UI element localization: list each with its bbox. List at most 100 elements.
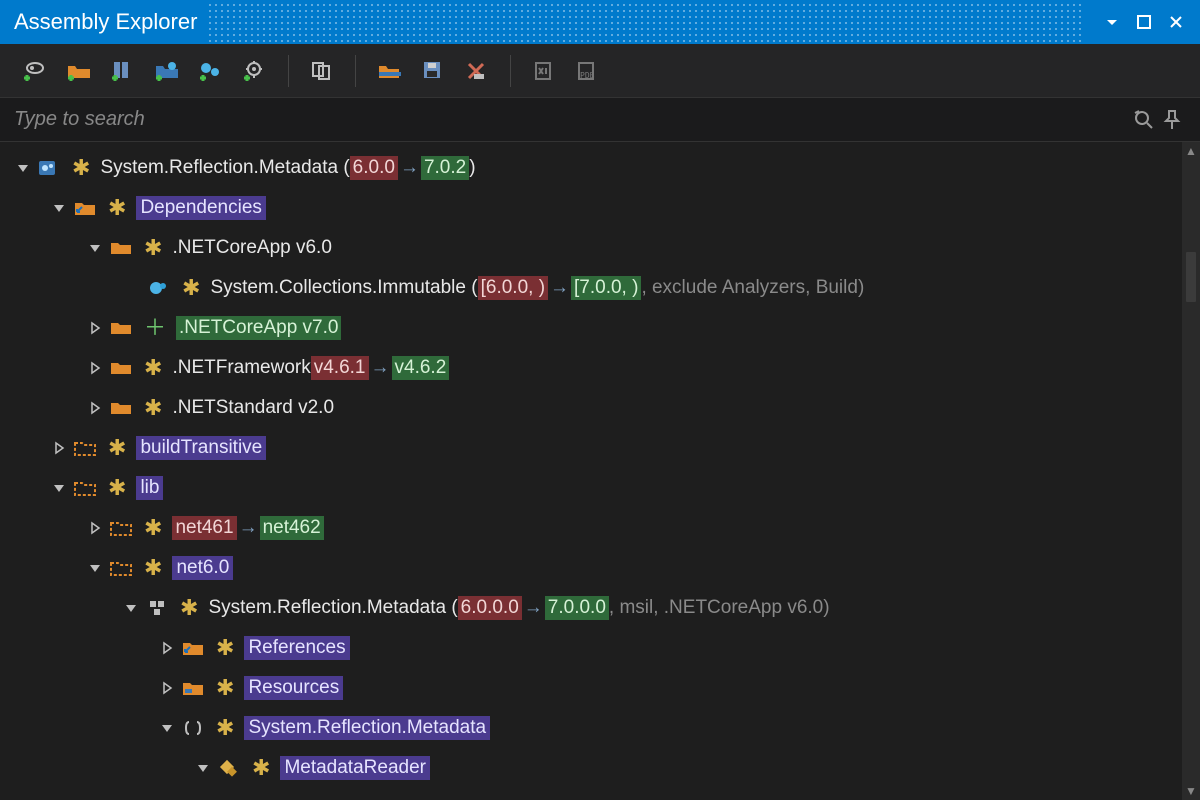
dependency-suffix: , exclude Analyzers, Build) bbox=[641, 277, 864, 299]
folder-shortcut-icon bbox=[72, 199, 98, 217]
window-close-button[interactable] bbox=[1164, 10, 1188, 34]
version-to: v4.6.2 bbox=[392, 356, 450, 380]
caret-right-icon[interactable] bbox=[50, 439, 68, 457]
toolbar-separator bbox=[355, 55, 356, 87]
scrollbar[interactable]: ▲ ▼ bbox=[1182, 142, 1200, 800]
view-pdb-button[interactable]: PDB bbox=[571, 54, 605, 88]
scrollbar-marks bbox=[1186, 252, 1196, 302]
caret-down-icon[interactable] bbox=[50, 199, 68, 217]
node-label: .NETCoreApp v6.0 bbox=[172, 237, 331, 259]
tree-row-framework[interactable]: ✱ .NETStandard v2.0 bbox=[0, 388, 1200, 428]
title-grip[interactable] bbox=[207, 0, 1082, 44]
tree-view[interactable]: ✱ System.Reflection.Metadata ( 6.0.0 → 7… bbox=[0, 142, 1200, 800]
folder-dashed-icon bbox=[108, 519, 134, 537]
scroll-up-icon[interactable]: ▲ bbox=[1182, 142, 1200, 160]
add-reference-button[interactable] bbox=[194, 54, 228, 88]
window-title: Assembly Explorer bbox=[14, 9, 197, 35]
title-bar: Assembly Explorer bbox=[0, 0, 1200, 44]
view-il-button[interactable] bbox=[527, 54, 561, 88]
tree-row-resources[interactable]: ✱ Resources bbox=[0, 668, 1200, 708]
window-menu-button[interactable] bbox=[1100, 10, 1124, 34]
status-changed-icon: ✱ bbox=[252, 757, 270, 779]
folder-icon bbox=[108, 320, 134, 336]
class-icon bbox=[216, 759, 242, 777]
status-changed-icon: ✱ bbox=[144, 517, 162, 539]
tree-row-dependency[interactable]: ✱ System.Collections.Immutable ( [6.0.0,… bbox=[0, 268, 1200, 308]
status-changed-icon: ✱ bbox=[144, 237, 162, 259]
status-changed-icon: ✱ bbox=[180, 597, 198, 619]
node-label: MetadataReader bbox=[280, 756, 430, 780]
tree-row-framework[interactable]: ✱ .NETCoreApp v6.0 bbox=[0, 228, 1200, 268]
tree-row-lib[interactable]: ✱ lib bbox=[0, 468, 1200, 508]
version-to: [7.0.0, ) bbox=[571, 276, 641, 300]
scroll-down-icon[interactable]: ▼ bbox=[1182, 782, 1200, 800]
caret-right-icon[interactable] bbox=[86, 519, 104, 537]
version-from: [6.0.0, ) bbox=[478, 276, 548, 300]
caret-down-icon[interactable] bbox=[122, 599, 140, 617]
status-changed-icon: ✱ bbox=[108, 437, 126, 459]
namespace-icon bbox=[180, 719, 206, 737]
node-label: .NETStandard v2.0 bbox=[172, 397, 334, 419]
tree-row-class[interactable]: ✱ MetadataReader bbox=[0, 748, 1200, 788]
open-folder-button[interactable] bbox=[62, 54, 96, 88]
settings-button[interactable] bbox=[238, 54, 272, 88]
clear-button[interactable] bbox=[460, 54, 494, 88]
clone-button[interactable] bbox=[305, 54, 339, 88]
status-changed-icon: ✱ bbox=[182, 277, 200, 299]
nuget-dependency-icon bbox=[146, 279, 172, 297]
node-label: lib bbox=[136, 476, 163, 500]
folder-icon bbox=[108, 240, 134, 256]
version-from: v4.6.1 bbox=[311, 356, 369, 380]
toolbar-separator bbox=[288, 55, 289, 87]
caret-down-icon[interactable] bbox=[158, 719, 176, 737]
tree-row-framework[interactable]: ✱ .NETFramework v4.6.1 → v4.6.2 bbox=[0, 348, 1200, 388]
caret-down-icon[interactable] bbox=[194, 759, 212, 777]
tree-row-dependencies[interactable]: ✱ Dependencies bbox=[0, 188, 1200, 228]
assembly-icon bbox=[144, 599, 170, 617]
status-changed-icon: ✱ bbox=[216, 717, 234, 739]
tree-row-package[interactable]: ✱ System.Reflection.Metadata ( 6.0.0 → 7… bbox=[0, 148, 1200, 188]
window-restore-button[interactable] bbox=[1132, 10, 1156, 34]
arrow-right-icon: → bbox=[548, 277, 571, 299]
tree-row-tfm[interactable]: ✱ net461 → net462 bbox=[0, 508, 1200, 548]
search-input[interactable] bbox=[14, 108, 1130, 131]
add-typed-item-button[interactable] bbox=[18, 54, 52, 88]
tree-row-tfm[interactable]: ✱ net6.0 bbox=[0, 548, 1200, 588]
tree-row-references[interactable]: ✱ References bbox=[0, 628, 1200, 668]
caret-right-icon[interactable] bbox=[158, 639, 176, 657]
status-changed-icon: ✱ bbox=[108, 197, 126, 219]
search-options-icon[interactable] bbox=[1130, 109, 1158, 131]
folder-icon bbox=[108, 360, 134, 376]
status-changed-icon: ✱ bbox=[216, 637, 234, 659]
arrow-right-icon: → bbox=[398, 157, 421, 179]
pin-icon[interactable] bbox=[1158, 110, 1186, 130]
caret-right-icon[interactable] bbox=[86, 399, 104, 417]
export-assembly-button[interactable] bbox=[372, 54, 406, 88]
assembly-suffix: , msil, .NETCoreApp v6.0) bbox=[609, 597, 830, 619]
caret-down-icon[interactable] bbox=[86, 239, 104, 257]
caret-down-icon[interactable] bbox=[86, 559, 104, 577]
version-to: 7.0.2 bbox=[421, 156, 469, 180]
status-added-icon: ＋ bbox=[144, 317, 166, 339]
node-label: .NETFramework bbox=[172, 357, 310, 379]
arrow-right-icon: → bbox=[522, 597, 545, 619]
tree-row-framework[interactable]: ＋ .NETCoreApp v7.0 bbox=[0, 308, 1200, 348]
folder-resources-icon bbox=[180, 679, 206, 697]
caret-down-icon[interactable] bbox=[14, 159, 32, 177]
caret-right-icon[interactable] bbox=[86, 359, 104, 377]
status-changed-icon: ✱ bbox=[108, 477, 126, 499]
caret-right-icon[interactable] bbox=[158, 679, 176, 697]
caret-right-icon[interactable] bbox=[86, 319, 104, 337]
caret-down-icon[interactable] bbox=[50, 479, 68, 497]
node-label: buildTransitive bbox=[136, 436, 266, 460]
tree-row-buildtransitive[interactable]: ✱ buildTransitive bbox=[0, 428, 1200, 468]
version-from: net461 bbox=[172, 516, 236, 540]
search-bar bbox=[0, 98, 1200, 142]
open-from-gac-button[interactable] bbox=[106, 54, 140, 88]
save-button[interactable] bbox=[416, 54, 450, 88]
arrow-right-icon: → bbox=[237, 517, 260, 539]
tree-row-namespace[interactable]: ✱ System.Reflection.Metadata bbox=[0, 708, 1200, 748]
version-from: 6.0.0 bbox=[350, 156, 398, 180]
tree-row-assembly[interactable]: ✱ System.Reflection.Metadata ( 6.0.0.0 →… bbox=[0, 588, 1200, 628]
open-from-nuget-button[interactable] bbox=[150, 54, 184, 88]
